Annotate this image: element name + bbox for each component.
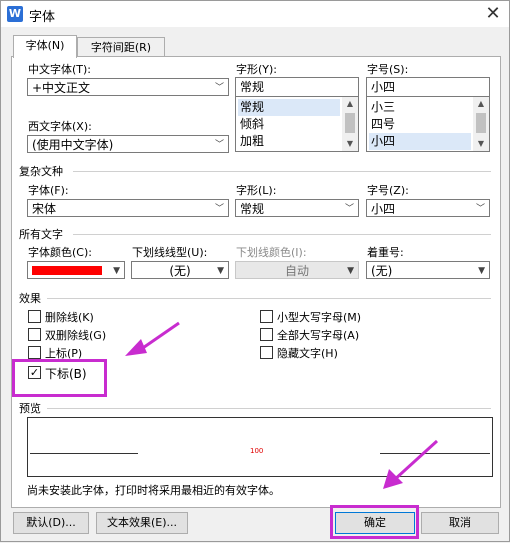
tab-font[interactable]: 字体(N) <box>13 35 77 58</box>
arrow-to-subscript <box>125 321 180 356</box>
font-dialog: W 字体 ✕ 字体(N) 字符间距(R) 中文字体(T): +中文正文 ﹀ 字形(… <box>0 0 510 542</box>
annotation-arrows <box>125 321 439 489</box>
arrow-to-ok <box>383 439 439 489</box>
